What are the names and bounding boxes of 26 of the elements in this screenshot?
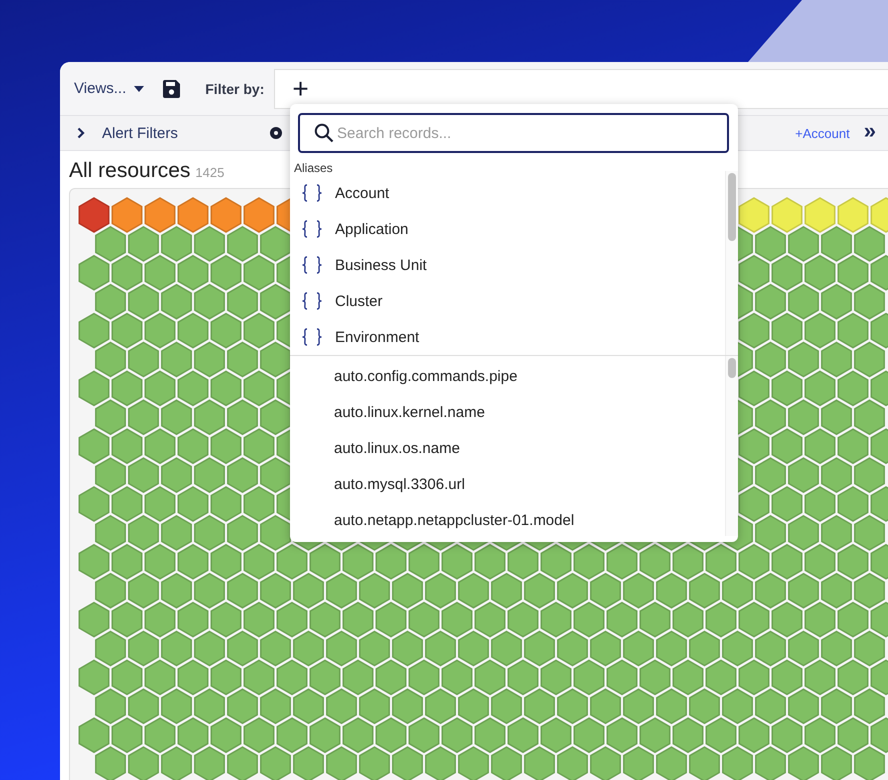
- alias-label: Environment: [335, 328, 420, 346]
- alert-filters-toggle[interactable]: Alert Filters: [102, 124, 178, 142]
- alias-label: Account: [335, 184, 390, 202]
- views-dropdown[interactable]: Views...: [74, 80, 144, 97]
- alias-item[interactable]: Environment: [290, 319, 725, 355]
- alias-item[interactable]: Business Unit: [290, 247, 725, 283]
- property-item[interactable]: auto.mysql.3306.url: [290, 466, 725, 502]
- section-title: All resources: [69, 159, 190, 183]
- resource-count: 1425: [195, 165, 224, 180]
- search-field[interactable]: Search records...: [298, 113, 729, 153]
- add-filter-button[interactable]: +: [292, 74, 309, 102]
- filter-label: Filter by:: [205, 80, 264, 96]
- alias-label: Application: [335, 220, 408, 238]
- alias-item[interactable]: Cluster: [290, 283, 725, 319]
- property-item[interactable]: auto.linux.os.name: [290, 430, 725, 466]
- property-item[interactable]: auto.config.commands.pipe: [290, 358, 725, 394]
- section-label: Aliases: [294, 161, 334, 175]
- property-item[interactable]: auto.linux.kernel.name: [290, 394, 725, 430]
- alias-item[interactable]: Account: [290, 175, 725, 211]
- alias-item[interactable]: Application: [290, 211, 725, 247]
- more-button[interactable]: »: [864, 120, 876, 142]
- alias-label: Business Unit: [335, 256, 427, 274]
- add-filter-link[interactable]: +Account: [795, 126, 850, 140]
- property-item[interactable]: auto.netapp.netappcluster-01.model: [290, 502, 725, 538]
- filter-field[interactable]: +: [274, 68, 888, 108]
- alias-label: Cluster: [335, 292, 383, 310]
